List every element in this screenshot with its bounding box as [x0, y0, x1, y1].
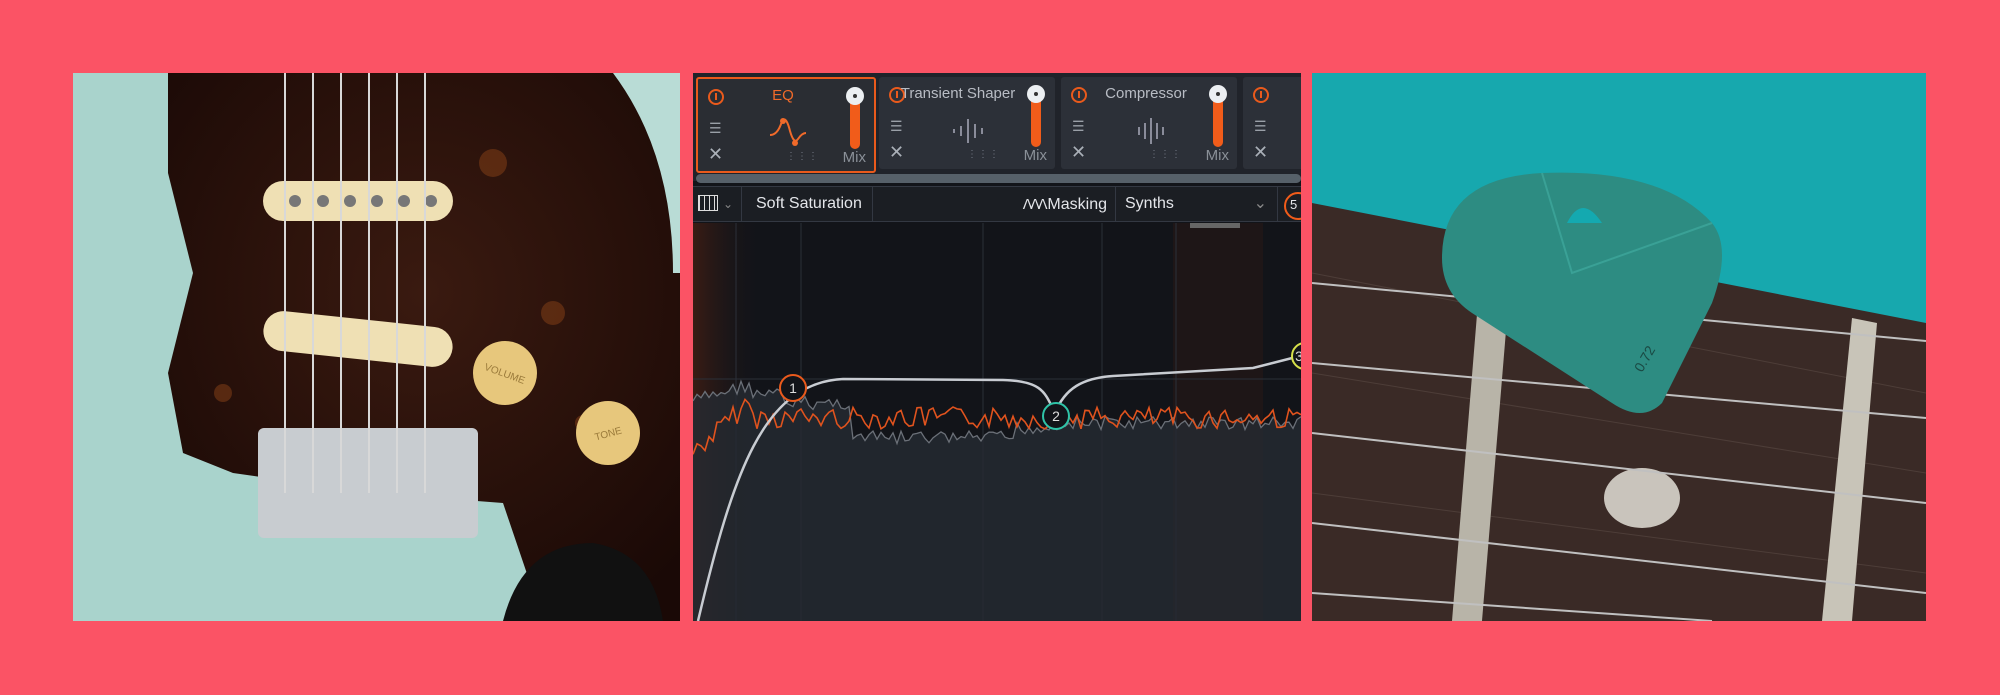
- drag-handle-icon[interactable]: ⋮⋮⋮: [1149, 149, 1182, 160]
- grid-view-icon: [698, 195, 718, 211]
- eq-curve-icon: [769, 118, 807, 146]
- mix-knob[interactable]: [1209, 85, 1227, 103]
- power-icon[interactable]: [708, 89, 724, 105]
- module-compressor[interactable]: Compressor ☰ ✕ ⋮⋮⋮ Mix: [1061, 77, 1237, 169]
- close-icon[interactable]: ✕: [708, 145, 723, 163]
- power-icon[interactable]: [1071, 87, 1087, 103]
- power-icon[interactable]: [1253, 87, 1269, 103]
- chevron-down-icon: ⌄: [723, 197, 734, 211]
- transient-icon: [953, 119, 983, 143]
- masking-source-dropdown[interactable]: Synths ⌄: [1116, 187, 1278, 221]
- module-title: Transient Shaper: [900, 85, 1016, 102]
- drag-handle-icon[interactable]: ⋮⋮⋮: [786, 151, 819, 162]
- plugin-window: EQ ☰ ✕ ⋮⋮⋮ Mix Transient Shaper ☰ ✕ ⋮⋮⋮ …: [693, 73, 1301, 621]
- guitar-image: VOLUME TONE: [73, 73, 680, 621]
- mix-knob[interactable]: [846, 87, 864, 105]
- list-icon[interactable]: ☰: [709, 121, 722, 135]
- list-icon[interactable]: ☰: [1072, 119, 1085, 133]
- chevron-down-icon: ⌄: [1253, 195, 1267, 212]
- module-title: EQ: [772, 87, 794, 104]
- list-icon[interactable]: ☰: [890, 119, 903, 133]
- node-count-value: 5: [1284, 192, 1301, 220]
- mix-knob[interactable]: [1027, 85, 1045, 103]
- drag-handle-icon[interactable]: ⋮⋮⋮: [967, 149, 1000, 160]
- waveform-icon: [1138, 118, 1164, 144]
- mix-label: Mix: [1023, 147, 1047, 164]
- module-partial[interactable]: ☰ ✕: [1243, 77, 1301, 169]
- eq-graph[interactable]: 1 2 3: [693, 223, 1301, 621]
- svg-text:3: 3: [1295, 348, 1301, 364]
- close-icon[interactable]: ✕: [1253, 143, 1268, 161]
- guitar-pick-photo: 0.72: [1312, 73, 1926, 621]
- mix-label: Mix: [842, 149, 866, 166]
- mix-label: Mix: [1205, 147, 1229, 164]
- graph-scroll-handle: [1190, 223, 1240, 228]
- module-eq[interactable]: EQ ☰ ✕ ⋮⋮⋮ Mix: [696, 77, 876, 173]
- pick-image: 0.72: [1312, 73, 1926, 621]
- close-icon[interactable]: ✕: [889, 143, 904, 161]
- eq-node-1[interactable]: 1: [779, 374, 807, 402]
- list-icon[interactable]: ☰: [1254, 119, 1267, 133]
- masking-toggle[interactable]: ᐱᐱᐱ Masking: [873, 187, 1116, 221]
- guitar-photo: VOLUME TONE: [73, 73, 680, 621]
- module-scrollbar[interactable]: [696, 174, 1301, 183]
- masking-icon: ᐱᐱᐱ: [1022, 196, 1048, 212]
- view-selector[interactable]: ⌄: [693, 187, 742, 221]
- close-icon[interactable]: ✕: [1071, 143, 1086, 161]
- eq-toolbar: ⌄ Soft Saturation ᐱᐱᐱ Masking Synths ⌄ 5: [693, 186, 1301, 222]
- eq-node-2[interactable]: 2: [1042, 402, 1070, 430]
- module-transient-shaper[interactable]: Transient Shaper ☰ ✕ ⋮⋮⋮ Mix: [879, 77, 1055, 169]
- svg-text:2: 2: [1052, 408, 1060, 424]
- masking-label: Masking: [1047, 196, 1107, 213]
- preset-name[interactable]: Soft Saturation: [741, 187, 873, 221]
- module-title: Compressor: [1105, 85, 1187, 102]
- svg-text:1: 1: [789, 380, 797, 396]
- node-count[interactable]: 5: [1278, 187, 1301, 221]
- masking-source-value: Synths: [1125, 195, 1174, 212]
